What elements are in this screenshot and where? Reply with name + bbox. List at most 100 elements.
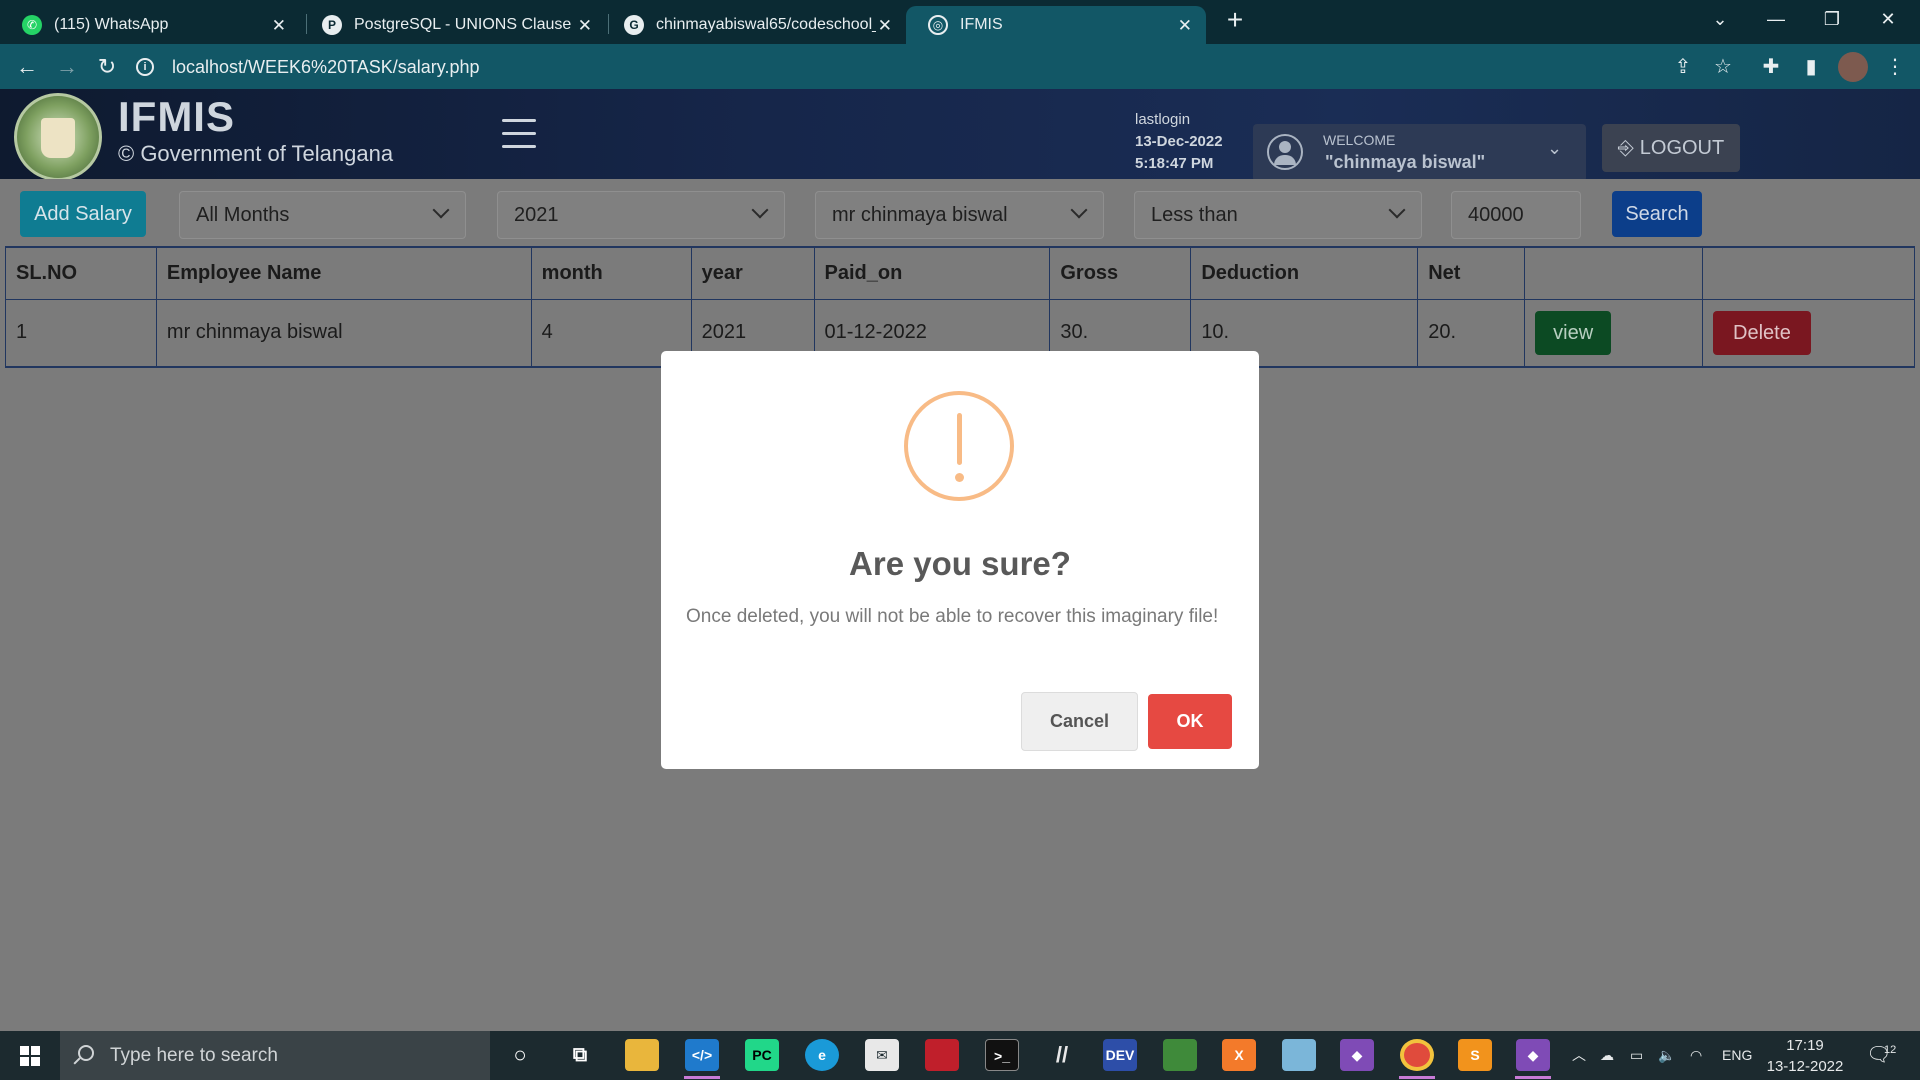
search-button[interactable]: Search — [1612, 191, 1702, 237]
taskbar-search-box[interactable]: Type here to search — [60, 1031, 490, 1080]
employee-select[interactable]: mr chinmaya biswal — [815, 191, 1104, 239]
hamburger-menu-icon[interactable] — [502, 119, 536, 149]
close-icon[interactable]: ✕ — [578, 16, 592, 36]
cortana-icon[interactable]: ○ — [503, 1039, 537, 1071]
confirm-delete-dialog: Are you sure? Once deleted, you will not… — [661, 351, 1259, 769]
restore-button[interactable]: ❐ — [1804, 0, 1860, 40]
column-header-month: month — [530, 246, 692, 300]
app-icon-slash[interactable]: // — [1045, 1039, 1079, 1071]
add-salary-button[interactable]: Add Salary — [20, 191, 146, 237]
active-app-indicator — [684, 1076, 720, 1079]
column-header-employee-name: Employee Name — [155, 246, 532, 300]
ok-button[interactable]: OK — [1148, 694, 1232, 749]
battery-icon[interactable]: ▭ — [1630, 1031, 1643, 1080]
taskbar-search-placeholder: Type here to search — [110, 1044, 278, 1066]
share-icon[interactable]: ⇪ — [1668, 52, 1698, 82]
vscode-icon[interactable]: </> — [685, 1039, 719, 1071]
tab-search-icon[interactable]: ⌄ — [1692, 0, 1748, 40]
new-tab-button[interactable]: + — [1222, 6, 1248, 36]
clock-date: 13-12-2022 — [1766, 1058, 1844, 1075]
comparison-select-value: Less than — [1151, 203, 1238, 226]
logout-button[interactable]: ⎆ LOGOUT — [1602, 124, 1740, 172]
git-gui-icon[interactable]: ◆ — [1516, 1039, 1550, 1071]
tab-label: chinmayabiswal65/codeschool_b — [656, 16, 876, 33]
tab-label: IFMIS — [960, 16, 1003, 33]
edge-icon[interactable]: e — [805, 1039, 839, 1071]
chrome-icon[interactable] — [1400, 1039, 1434, 1071]
reload-button[interactable]: ↻ — [90, 50, 124, 84]
menu-kebab-icon[interactable]: ⋮ — [1880, 52, 1910, 82]
language-indicator[interactable]: ENG — [1722, 1031, 1752, 1080]
github-icon: G — [624, 15, 644, 35]
dialog-title: Are you sure? — [849, 545, 1071, 582]
notepad-icon[interactable] — [1163, 1039, 1197, 1071]
xampp-icon[interactable]: X — [1222, 1039, 1256, 1071]
column-header-slno: SL.NO — [5, 246, 157, 300]
comparison-select[interactable]: Less than — [1134, 191, 1422, 239]
chevron-down-icon — [1388, 201, 1406, 219]
file-explorer-icon[interactable] — [625, 1039, 659, 1071]
wifi-icon[interactable]: ◠ — [1690, 1031, 1702, 1080]
volume-icon[interactable]: 🔈 — [1658, 1031, 1675, 1080]
year-select[interactable]: 2021 — [497, 191, 785, 239]
view-button[interactable]: view — [1535, 310, 1612, 355]
git-icon[interactable]: ◆ — [1340, 1039, 1374, 1071]
cancel-button[interactable]: Cancel — [1021, 692, 1138, 751]
tray-chevron-icon[interactable]: ︿ — [1572, 1031, 1586, 1080]
pycharm-icon[interactable]: PC — [745, 1039, 779, 1071]
column-header-net: Net — [1417, 246, 1526, 300]
tab-github[interactable]: G chinmayabiswal65/codeschool_b ✕ — [602, 6, 906, 44]
tab-label: (115) WhatsApp — [54, 16, 169, 33]
task-view-icon[interactable]: ⧉ — [563, 1039, 597, 1071]
filter-bar: Add Salary All Months 2021 mr chinmaya b… — [0, 179, 1920, 249]
amount-input[interactable]: 40000 — [1451, 191, 1581, 239]
column-header-paid-on: Paid_on — [813, 246, 1051, 300]
last-login-info: lastlogin 13-Dec-2022 5:18:47 PM — [1135, 89, 1223, 175]
logout-label: LOGOUT — [1639, 136, 1725, 159]
table-header-row: SL.NO Employee Name month year Paid_on G… — [5, 246, 1915, 300]
extensions-icon[interactable]: ✚ — [1756, 52, 1786, 82]
back-button[interactable]: ← — [10, 50, 44, 84]
user-avatar-icon — [1267, 134, 1303, 170]
column-header-gross: Gross — [1049, 246, 1192, 300]
minimize-button[interactable]: — — [1748, 0, 1804, 40]
url-text: localhost/WEEK6%20TASK/salary.php — [172, 56, 480, 77]
clock-time: 17:19 — [1786, 1037, 1824, 1054]
profile-avatar[interactable] — [1838, 52, 1868, 82]
user-menu[interactable]: WELCOME "chinmaya biswal" ⌄ — [1253, 124, 1586, 182]
delete-button[interactable]: Delete — [1713, 310, 1811, 355]
month-select[interactable]: All Months — [179, 191, 466, 239]
search-icon — [78, 1045, 94, 1061]
tab-whatsapp[interactable]: ✆ (115) WhatsApp ✕ — [0, 6, 300, 44]
onedrive-icon[interactable]: ☁ — [1600, 1031, 1614, 1080]
chevron-down-icon — [751, 201, 769, 219]
close-icon[interactable]: ✕ — [878, 16, 892, 36]
mail-icon[interactable]: ✉ — [865, 1039, 899, 1071]
app-icon-red[interactable] — [925, 1039, 959, 1071]
devcpp-icon[interactable]: DEV — [1103, 1039, 1137, 1071]
cell-view: view — [1524, 298, 1704, 368]
info-icon[interactable]: i — [136, 58, 154, 76]
site-header: IFMIS © Government of Telangana lastlogi… — [0, 89, 1920, 182]
browser-tab-strip: ✆ (115) WhatsApp ✕ P PostgreSQL - UNIONS… — [0, 0, 1920, 44]
tab-ifmis[interactable]: ◎ IFMIS ✕ — [906, 6, 1206, 44]
telangana-emblem-logo — [14, 93, 102, 181]
sublime-text-icon[interactable]: S — [1458, 1039, 1492, 1071]
tab-postgresql[interactable]: P PostgreSQL - UNIONS Clause ✕ — [300, 6, 606, 44]
close-icon[interactable]: ✕ — [1178, 16, 1192, 36]
notification-count: 12 — [1884, 1044, 1897, 1056]
active-app-indicator — [1515, 1076, 1551, 1079]
bookmark-star-icon[interactable]: ☆ — [1708, 52, 1738, 82]
system-clock[interactable]: 17:19 13-12-2022 — [1760, 1035, 1850, 1077]
close-window-button[interactable]: ✕ — [1860, 0, 1916, 40]
side-panel-icon[interactable]: ▮ — [1796, 52, 1826, 82]
last-login-label: lastlogin — [1135, 111, 1191, 128]
welcome-label: WELCOME — [1323, 132, 1396, 148]
brand-title: IFMIS — [118, 93, 235, 140]
terminal-icon[interactable]: >_ — [985, 1039, 1019, 1071]
address-bar[interactable]: i localhost/WEEK6%20TASK/salary.php — [136, 48, 1696, 86]
app-icon-blue[interactable] — [1282, 1039, 1316, 1071]
close-icon[interactable]: ✕ — [272, 16, 286, 36]
forward-button[interactable]: → — [50, 50, 84, 84]
start-button[interactable] — [0, 1031, 60, 1080]
